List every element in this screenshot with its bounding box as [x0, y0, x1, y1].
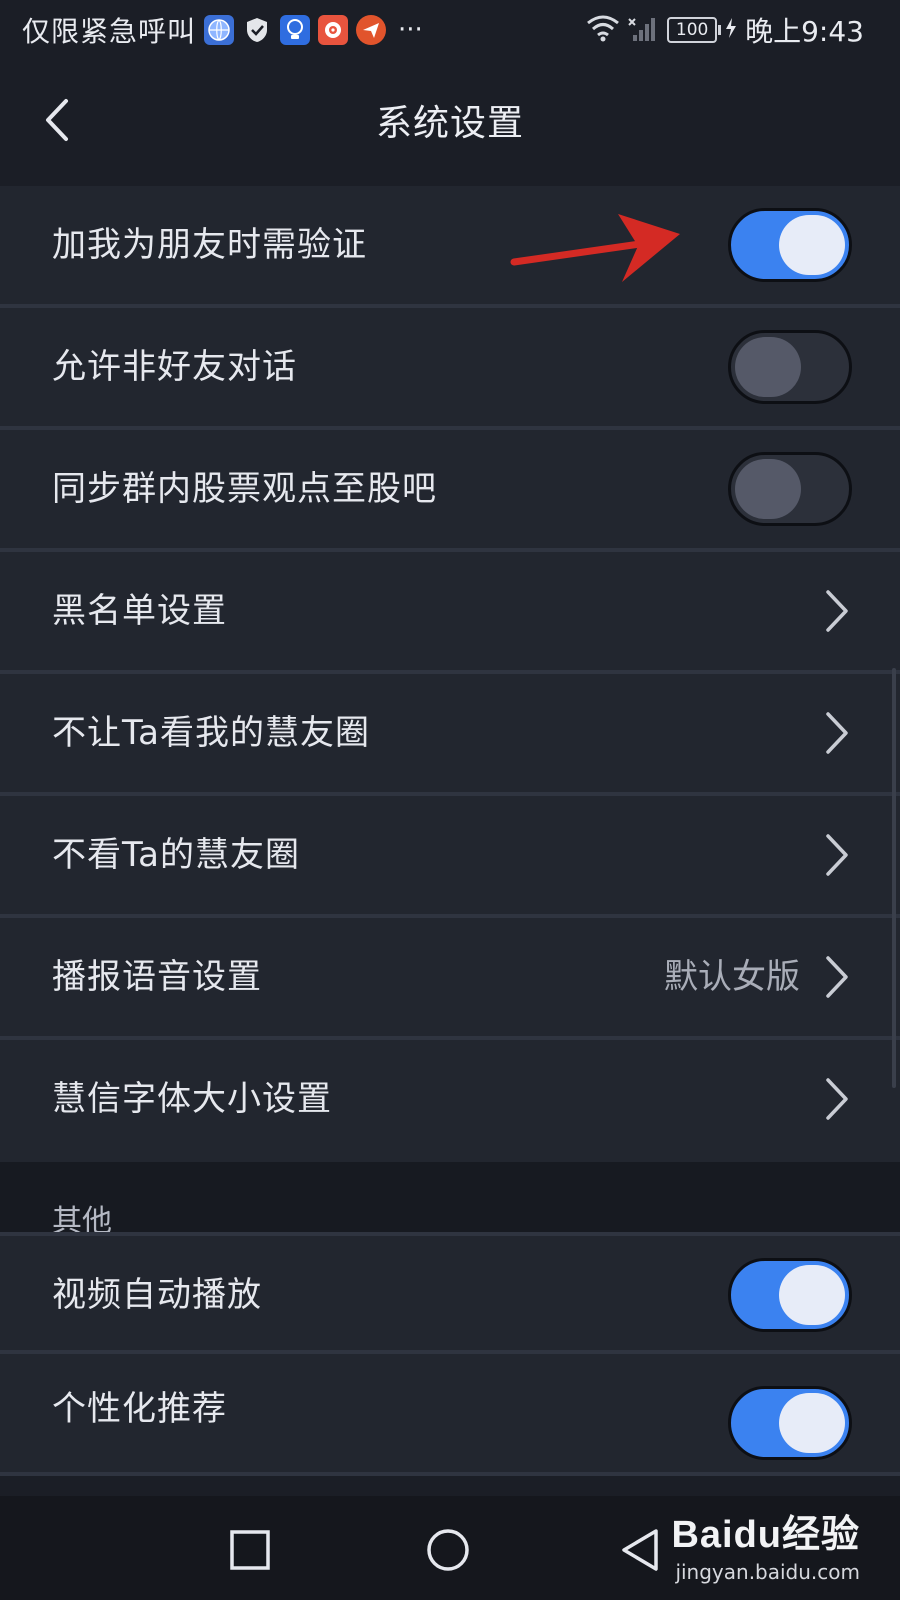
voice-broadcast-value: 默认女版: [664, 957, 800, 997]
scrollbar[interactable]: [892, 668, 896, 1088]
chevron-right-icon: [826, 712, 848, 754]
setting-row-hide-their-moments[interactable]: 不看Ta的慧友圈: [0, 796, 900, 918]
setting-row-voice-broadcast[interactable]: 播报语音设置 默认女版: [0, 918, 900, 1040]
setting-row-blacklist[interactable]: 黑名单设置: [0, 552, 900, 674]
signal-icon: [627, 13, 657, 47]
setting-label: 黑名单设置: [52, 591, 227, 631]
allow-stranger-chat-toggle[interactable]: [728, 330, 852, 404]
home-circle-icon[interactable]: [420, 1522, 476, 1578]
watermark-url: jingyan.baidu.com: [675, 1560, 860, 1584]
back-triangle-icon[interactable]: [612, 1522, 668, 1578]
chevron-right-icon: [826, 956, 848, 998]
setting-label: 播报语音设置: [52, 957, 262, 997]
toggle-knob: [779, 1393, 845, 1453]
page-title: 系统设置: [375, 103, 524, 144]
setting-row-sync-stock-views[interactable]: 同步群内股票观点至股吧: [0, 430, 900, 552]
setting-label: 同步群内股票观点至股吧: [52, 469, 437, 509]
carrier-status-text: 仅限紧急呼叫: [22, 15, 197, 48]
setting-label: 不看Ta的慧友圈: [52, 835, 300, 875]
setting-label: 不让Ta看我的慧友圈: [52, 713, 370, 753]
toggle-knob: [735, 337, 801, 397]
setting-row-font-size[interactable]: 慧信字体大小设置: [0, 1040, 900, 1162]
more-notifications-icon: ···: [398, 15, 423, 45]
settings-list: 加我为朋友时需验证 允许非好友对话 同步群内股票观点至股吧 黑名单设置 不让Ta…: [0, 186, 900, 1476]
status-bar: 仅限紧急呼叫 ··· 100 晚上9:43: [0, 0, 900, 60]
chevron-right-icon: [826, 834, 848, 876]
personalized-recommendation-toggle[interactable]: [728, 1386, 852, 1460]
setting-row-hide-my-moments[interactable]: 不让Ta看我的慧友圈: [0, 674, 900, 796]
setting-label: 允许非好友对话: [52, 347, 297, 387]
wifi-icon: [585, 13, 621, 47]
globe-icon: [204, 15, 235, 45]
section-divider: 其他: [0, 1162, 900, 1239]
setting-row-friend-verification[interactable]: 加我为朋友时需验证: [0, 186, 900, 308]
setting-label: 慧信字体大小设置: [52, 1079, 332, 1119]
paper-plane-icon: [356, 15, 387, 45]
sync-stock-views-toggle[interactable]: [728, 452, 852, 526]
system-navigation-bar: Baidu经验 jingyan.baidu.com: [0, 1496, 900, 1600]
video-autoplay-toggle[interactable]: [728, 1258, 852, 1332]
setting-row-personalized-recommendation[interactable]: 个性化推荐: [0, 1354, 900, 1476]
charging-icon: [725, 17, 737, 43]
top-app-bar: 系统设置: [0, 60, 900, 182]
chevron-right-icon: [826, 1078, 848, 1120]
friend-verification-toggle[interactable]: [728, 208, 852, 282]
chevron-right-icon: [826, 590, 848, 632]
setting-label: 个性化推荐: [52, 1389, 227, 1429]
recent-apps-square-icon[interactable]: [222, 1522, 278, 1578]
clock: 晚上9:43: [745, 15, 864, 48]
toggle-knob: [779, 215, 845, 275]
watermark-logo-text: Baidu经验: [671, 1514, 860, 1556]
toggle-knob: [779, 1265, 845, 1325]
shield-icon: [242, 15, 272, 45]
setting-label: 视频自动播放: [52, 1275, 262, 1315]
battery-indicator: 100: [667, 17, 722, 43]
weibo-icon: [318, 15, 349, 45]
bulb-icon: [280, 15, 311, 45]
setting-row-video-autoplay[interactable]: 视频自动播放: [0, 1232, 900, 1354]
setting-row-allow-stranger-chat[interactable]: 允许非好友对话: [0, 308, 900, 430]
baidu-watermark: Baidu经验 jingyan.baidu.com: [671, 1503, 860, 1584]
setting-label: 加我为朋友时需验证: [52, 225, 367, 265]
toggle-knob: [735, 459, 801, 519]
